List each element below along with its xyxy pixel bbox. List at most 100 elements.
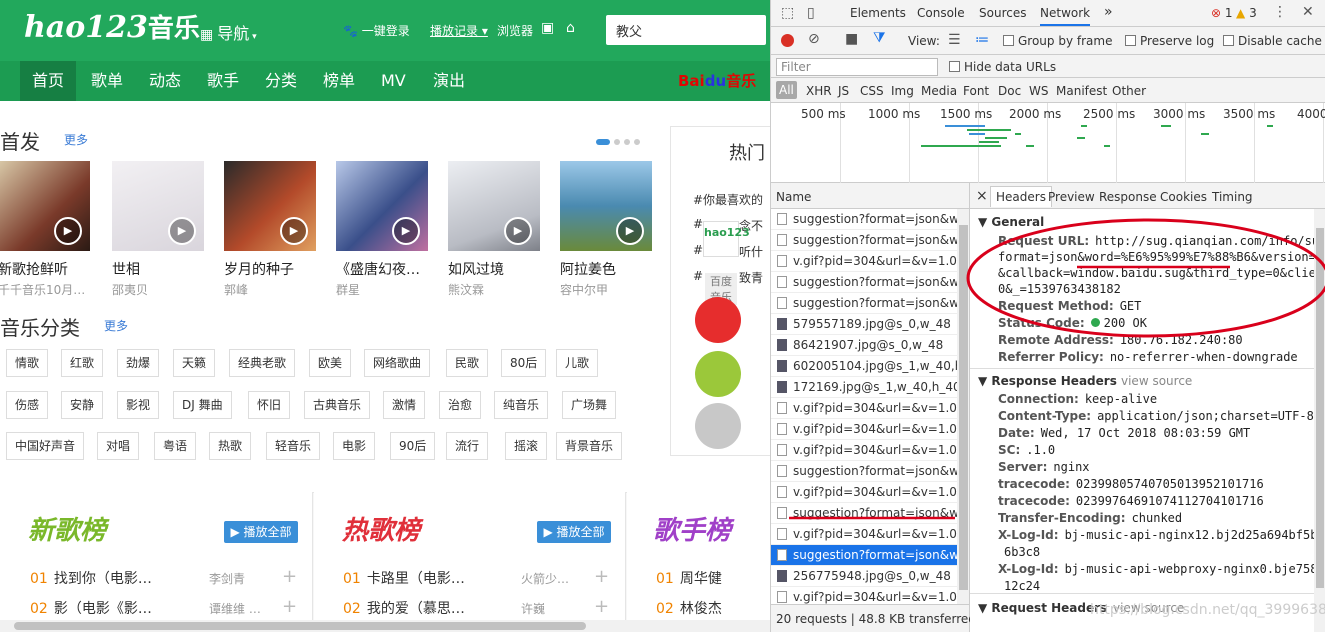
browser-link[interactable]: 浏览器 [497,22,533,39]
album-cover[interactable]: ▶ [336,161,428,251]
close-icon[interactable]: ✕ [1302,4,1314,20]
hot-topic[interactable]: 致青 [739,269,763,286]
request-row[interactable]: 256775948.jpg@s_0,w_48 [771,566,957,587]
carousel-dots[interactable] [596,134,644,148]
filter-input[interactable]: Filter [776,58,938,76]
chart-artist[interactable]: 李剑青 [209,570,245,587]
more-link-categories[interactable]: 更多 [104,317,128,334]
category-tag[interactable]: 民歌 [446,349,489,377]
hot-topic[interactable]: 听什 [739,243,763,260]
chart-row[interactable]: 02 我的爱（慕思… [343,598,465,618]
category-tag[interactable]: 中国好声音 [6,432,85,460]
category-tag[interactable]: 摇滚 [505,432,548,460]
nav-playlists[interactable]: 歌单 [79,61,135,101]
hot-topic[interactable]: #你最喜欢的 [693,191,763,208]
type-other[interactable]: Other [1112,84,1146,98]
play-all-button[interactable]: ▶ 播放全部 [537,521,611,543]
type-img[interactable]: Img [891,84,914,98]
filter-icon[interactable]: ⧩ [873,30,886,46]
category-tag[interactable]: 纯音乐 [494,391,549,419]
album-title[interactable]: 《盛唐幻夜… [336,259,428,279]
album-title[interactable]: 新歌抢鲜听 [0,259,90,279]
nav-shows[interactable]: 演出 [421,61,477,101]
category-tag[interactable]: 古典音乐 [304,391,371,419]
album-artist[interactable]: 邵夷贝 [112,281,204,298]
play-icon[interactable]: ▶ [392,217,420,245]
login-link[interactable]: 🐾 一键登录 [343,22,410,39]
type-doc[interactable]: Doc [998,84,1021,98]
more-tabs-icon[interactable]: » [1104,4,1113,20]
request-headers-toggle[interactable]: ▼ Request Headers [978,601,1107,615]
add-icon[interactable]: + [594,596,609,617]
hot-topic[interactable]: # [693,217,703,231]
device-toolbar-icon[interactable]: ▯ [807,5,815,21]
nav-mv[interactable]: MV [369,61,418,101]
type-manifest[interactable]: Manifest [1056,84,1107,98]
tab-network[interactable]: Network [1040,6,1091,26]
category-tag[interactable]: 80后 [501,349,547,377]
album-cover[interactable]: ▶ [112,161,204,251]
play-icon[interactable]: ▶ [504,217,532,245]
apple-icon[interactable] [695,403,741,449]
album-title[interactable]: 阿拉姜色 [560,259,652,279]
request-row[interactable]: suggestion?format=json&wor [771,461,957,482]
category-tag[interactable]: DJ 舞曲 [173,391,232,419]
album-artist[interactable]: 群星 [336,281,428,298]
category-tag[interactable]: 经典老歌 [229,349,296,377]
general-section-toggle[interactable]: ▼ General [978,215,1044,229]
request-row[interactable]: v.gif?pid=304&url=&v=1.0.08 [771,524,957,545]
category-tag[interactable]: 轻音乐 [266,432,321,460]
category-tag[interactable]: 劲爆 [117,349,160,377]
play-icon[interactable]: ▶ [54,217,82,245]
nav-categories[interactable]: 分类 [253,61,309,101]
album-artist[interactable]: 熊汶霖 [448,281,540,298]
album-card[interactable]: ▶ 如风过境 熊汶霖 [448,161,540,298]
album-cover[interactable]: ▶ [0,161,90,251]
chart-artist[interactable]: 火箭少… [521,570,569,587]
category-tag[interactable]: 情歌 [6,349,49,377]
tab-console[interactable]: Console [917,6,965,20]
hide-data-urls-checkbox[interactable]: Hide data URLs [949,60,1056,74]
category-tag[interactable]: 天籁 [173,349,216,377]
request-row[interactable]: suggestion?format=json&wor [771,209,957,230]
request-row[interactable]: v.gif?pid=304&url=&v=1.0.08 [771,419,957,440]
tab-headers[interactable]: Headers [990,186,1052,207]
type-css[interactable]: CSS [860,84,884,98]
warning-count[interactable]: ▲ 3 [1236,6,1257,20]
album-title[interactable]: 世相 [112,259,204,279]
category-tag[interactable]: 治愈 [439,391,482,419]
scrollbar-thumb[interactable] [959,225,968,590]
category-tag[interactable]: 伤感 [6,391,49,419]
chart-row[interactable]: 02 影（电影《影… [30,598,152,618]
site-logo[interactable]: hao123音乐 [24,8,200,45]
album-card[interactable]: ▶ 阿拉姜色 容中尔甲 [560,161,652,298]
play-all-button[interactable]: ▶ 播放全部 [224,521,298,543]
category-tag[interactable]: 90后 [390,432,436,460]
tab-cookies[interactable]: Cookies [1160,190,1207,204]
error-count[interactable]: ⊗ 1 [1211,6,1233,20]
category-tag[interactable]: 粤语 [154,432,197,460]
request-row[interactable]: v.gif?pid=304&url=&v=1.0.08 [771,482,957,503]
category-tag[interactable]: 欧美 [309,349,352,377]
tab-preview[interactable]: Preview [1048,190,1095,204]
album-title[interactable]: 岁月的种子 [224,259,316,279]
nav-home[interactable]: 首页 [20,61,77,101]
category-tag[interactable]: 安静 [61,391,104,419]
album-artist[interactable]: 容中尔甲 [560,281,652,298]
android-icon[interactable] [695,351,741,397]
inspect-icon[interactable]: ⬚ [781,5,794,21]
preserve-log-checkbox[interactable]: Preserve log [1125,34,1214,48]
album-cover[interactable]: ▶ [224,161,316,251]
play-icon[interactable]: ▶ [616,217,644,245]
home-icon[interactable]: ⌂ [566,20,575,36]
request-row[interactable]: v.gif?pid=304&url=&v=1.0.08 [771,398,957,419]
qrcode-icon[interactable]: ▣ [541,20,554,36]
chart-row[interactable]: 01 周华健 [656,568,722,588]
album-title[interactable]: 如风过境 [448,259,540,279]
disable-cache-checkbox[interactable]: Disable cache [1223,34,1322,48]
type-media[interactable]: Media [921,84,957,98]
chart-row[interactable]: 01 找到你（电影… [30,568,152,588]
tab-sources[interactable]: Sources [979,6,1026,20]
scrollbar-thumb[interactable] [1316,228,1324,588]
request-row[interactable]: v.gif?pid=304&url=&v=1.0.08 [771,440,957,461]
